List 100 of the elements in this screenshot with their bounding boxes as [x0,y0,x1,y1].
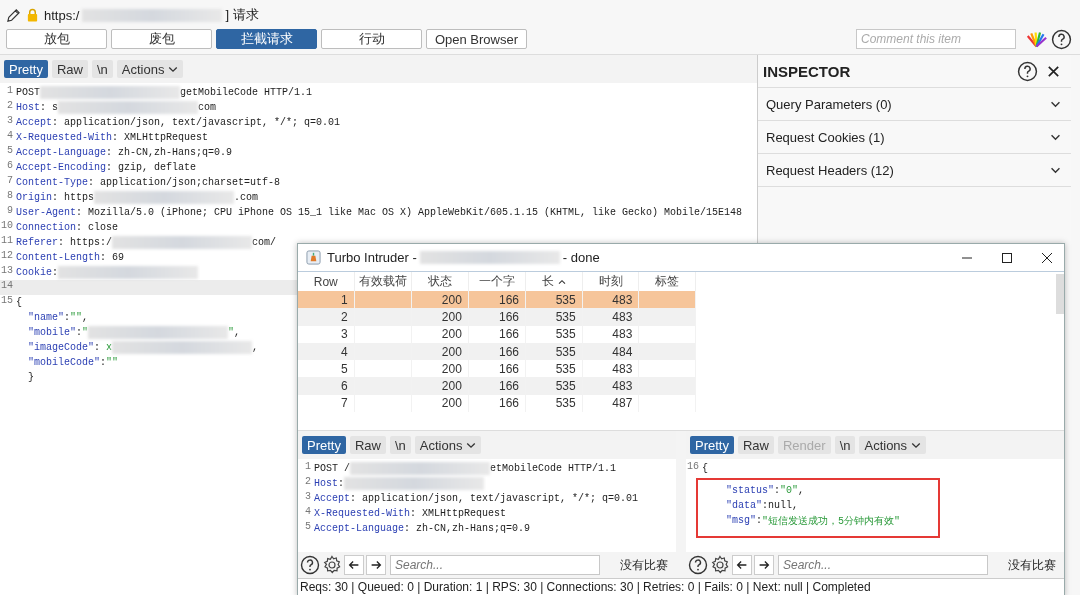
line-number: 14 [0,280,14,293]
actions-menu[interactable]: Actions [859,436,927,454]
header-name: X-Requested-With [16,132,112,143]
back-button[interactable] [344,555,364,575]
close-icon[interactable] [1046,63,1061,79]
line-number: 2 [304,476,312,489]
header-name: Origin [16,192,52,203]
line-number: 4 [6,130,14,143]
pencil-icon[interactable] [6,7,21,23]
maximize-icon[interactable] [1001,251,1013,264]
scrollbar[interactable] [1056,274,1064,314]
header-name: "mobile" [28,327,76,338]
code-text: : s [40,102,59,113]
forward-button[interactable] [366,555,386,575]
chevron-down-icon [911,441,922,449]
line-number: 2 [6,100,14,113]
actions-menu[interactable]: Actions [116,60,184,78]
header-name: Accept-Language [314,523,404,534]
code-text: : XMLHttpRequest [410,508,507,519]
inspector-section[interactable]: Request Headers (12) [758,154,1071,187]
settings-icon[interactable] [710,555,730,575]
editor-tab[interactable]: Raw [51,60,88,78]
arrow-right-icon [369,558,383,572]
code-text: { [702,463,708,474]
help-icon[interactable] [300,555,320,575]
editor-tab[interactable]: \n [834,436,856,454]
code-text: : [52,267,59,278]
header-name: Referer [16,237,58,248]
search-field[interactable]: Search... [778,555,988,575]
line-number: 10 [0,220,14,233]
table-row[interactable]: 4 200 166 535 484 [298,342,696,361]
table-cell: 200 [411,377,469,395]
help-icon[interactable] [688,555,708,575]
header-name: "data" [726,500,762,511]
code-text: } [28,372,34,383]
chevron-down-icon [168,65,179,73]
table-cell: 2 [298,308,355,326]
header-name: X-Requested-With [314,508,410,519]
editor-tab[interactable]: Pretty [4,60,48,78]
table-cell: 4 [298,342,355,361]
back-button[interactable] [732,555,752,575]
table-cell: 535 [525,308,583,326]
table-row[interactable]: 3 200 166 535 483 [298,325,696,343]
code-text: POST / [314,463,350,474]
toolbar-button[interactable]: 拦截请求 [216,29,317,49]
arrow-left-icon [347,558,361,572]
table-cell: 483 [582,325,639,343]
code-text: : Mozilla/5.0 (iPhone; CPU iPhone OS 15_1 like Mac OS X) AppleWebKit/605.1.15 (KHTML, like Gecko) Mobile/15E148 [76,207,743,218]
code-text: " [82,327,89,338]
code-text: : XMLHttpRequest [112,132,209,143]
inspector-section[interactable]: Request Cookies (1) [758,121,1071,154]
inspector-section[interactable]: Query Parameters (0) [758,88,1071,121]
editor-tab[interactable]: \n [92,60,113,78]
line-number: 3 [6,115,14,128]
editor-tab[interactable]: \n [390,436,411,454]
editor-tab[interactable]: Raw [349,436,386,454]
code-text: , [234,327,241,338]
table-cell: 166 [468,342,526,361]
code-text: "" [106,357,119,368]
editor-tab[interactable]: Raw [737,436,774,454]
line-number: 16 [686,461,700,474]
table-cell: 166 [468,377,526,395]
line-number: 11 [0,235,14,248]
close-icon[interactable] [1041,251,1053,264]
code-text: : application/json, text/javascript, */*; q=0.01 [52,117,341,128]
toolbar-button[interactable]: Open Browser [426,29,527,49]
code-text: , [82,312,89,323]
actions-menu[interactable]: Actions [414,436,482,454]
toolbar-button[interactable]: 行动 [321,29,422,49]
code-text: : application/json;charset=utf-8 [88,177,281,188]
header-name: Host [314,478,338,489]
table-row[interactable]: 7 200 166 535 487 [298,394,696,413]
line-number: 8 [6,190,14,203]
table-cell: 6 [298,377,355,395]
help-icon[interactable] [1051,28,1072,50]
table-row[interactable]: 1 200 166 535 483 [298,291,696,309]
help-icon[interactable] [1017,60,1038,82]
line-number: 4 [304,506,312,519]
arrow-right-icon [757,558,771,572]
editor-tab[interactable]: Pretty [302,436,346,454]
search-field[interactable]: Search... [390,555,600,575]
code-text: : zh-CN,zh-Hans;q=0.9 [404,523,531,534]
code-text: :null, [762,500,799,511]
table-cell: 483 [582,308,639,326]
chevron-down-icon [1050,100,1061,108]
code-text: : 69 [100,252,125,263]
toolbar-button[interactable]: 废包 [111,29,212,49]
chevron-down-icon [1050,166,1061,174]
line-number: 13 [0,265,14,278]
header-name: Connection [16,222,76,233]
code-text: "0" [780,485,799,496]
table-cell: 166 [468,394,526,413]
table-row[interactable]: 6 200 166 535 483 [298,377,696,395]
forward-button[interactable] [754,555,774,575]
code-text: .com [234,192,259,203]
table-row[interactable]: 2 200 166 535 483 [298,308,696,326]
comment-field[interactable]: Comment this item [856,29,1016,49]
toolbar-button[interactable]: 放包 [6,29,107,49]
editor-tab[interactable]: Pretty [690,436,734,454]
settings-icon[interactable] [322,555,342,575]
